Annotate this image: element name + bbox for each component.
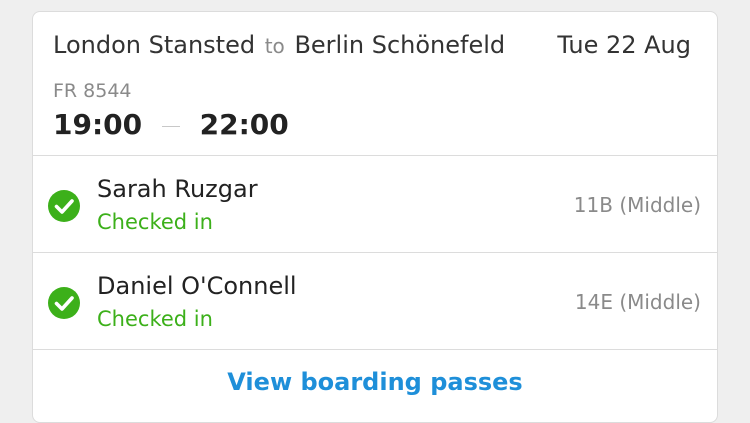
- passenger-row[interactable]: Daniel O'Connell Checked in 14E (Middle): [33, 252, 717, 350]
- arrival-time: 22:00: [199, 108, 289, 141]
- checkin-status: Checked in: [97, 307, 213, 331]
- flight-date: Tue 22 Aug: [557, 31, 691, 59]
- flight-times: 19:00 22:00: [53, 108, 289, 142]
- time-separator: [161, 125, 180, 127]
- passenger-row[interactable]: Sarah Ruzgar Checked in 11B (Middle): [33, 155, 717, 253]
- passenger-name: Sarah Ruzgar: [97, 175, 258, 203]
- flight-number: FR 8544: [53, 80, 132, 102]
- origin-airport: London Stansted: [53, 31, 256, 59]
- seat-info: 14E (Middle): [574, 290, 701, 314]
- view-boarding-passes-button[interactable]: View boarding passes: [33, 365, 717, 399]
- checkin-status: Checked in: [97, 210, 213, 234]
- seat-info: 11B (Middle): [573, 193, 701, 217]
- departure-time: 19:00: [53, 108, 143, 141]
- check-circle-icon: [48, 287, 80, 319]
- route: London Stansted to Berlin Schönefeld: [53, 30, 505, 61]
- flight-card: London Stansted to Berlin Schönefeld Tue…: [32, 11, 718, 423]
- check-circle-icon: [48, 190, 80, 222]
- route-connector: to: [264, 34, 285, 58]
- destination-airport: Berlin Schönefeld: [294, 31, 506, 59]
- passenger-name: Daniel O'Connell: [97, 272, 297, 300]
- flight-header: London Stansted to Berlin Schönefeld Tue…: [33, 12, 717, 156]
